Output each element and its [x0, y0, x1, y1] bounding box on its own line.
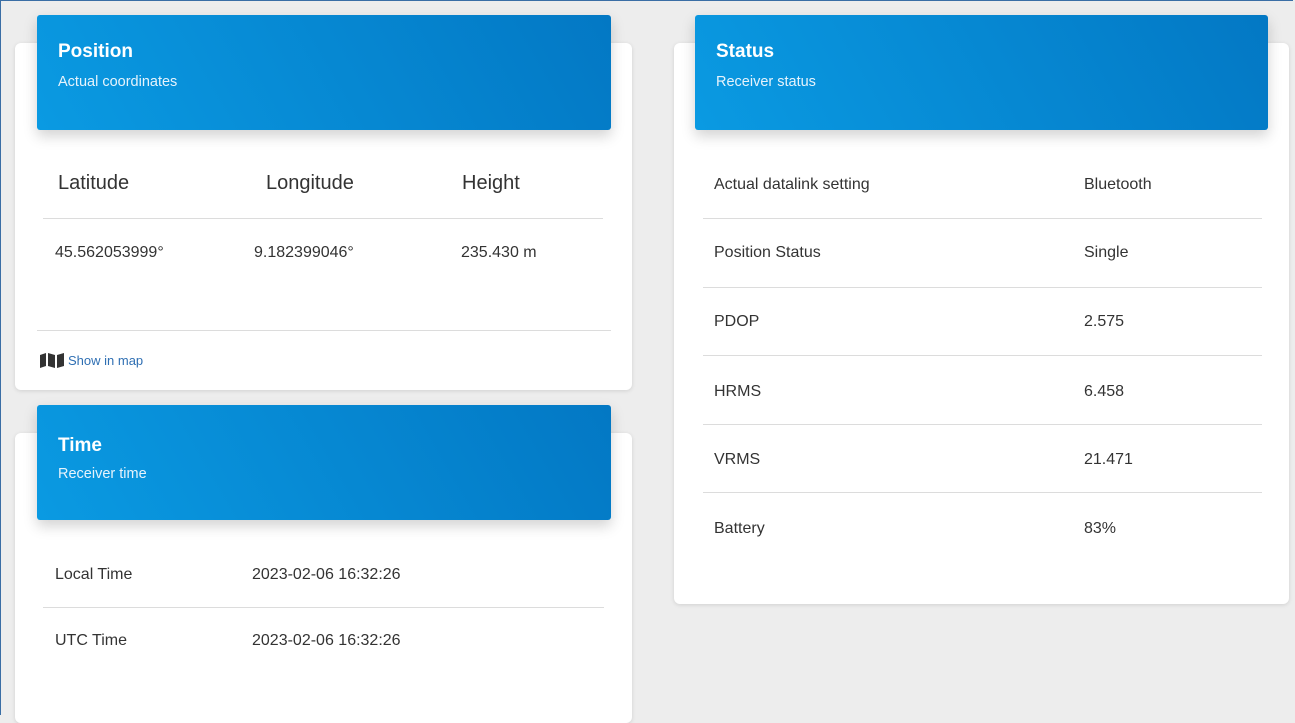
utc-time-value: 2023-02-06 16:32:26	[252, 632, 401, 649]
position-header-divider	[43, 218, 603, 219]
latitude-header: Latitude	[58, 172, 130, 194]
show-in-map-label: Show in map	[68, 352, 144, 368]
height-value: 235.430 m	[461, 244, 537, 261]
position-card-header: Position Actual coordinates	[37, 15, 611, 130]
time-subtitle: Receiver time	[58, 466, 147, 482]
position-status-label: Position Status	[714, 244, 821, 261]
hrms-label: HRMS	[714, 383, 762, 400]
local-time-label: Local Time	[55, 566, 133, 583]
battery-value: 83%	[1084, 520, 1117, 537]
height-header: Height	[462, 172, 520, 194]
status-divider-4	[703, 424, 1262, 425]
datalink-label: Actual datalink setting	[714, 176, 870, 193]
status-title: Status	[716, 41, 775, 62]
local-time-value: 2023-02-06 16:32:26	[252, 566, 401, 583]
show-in-map-link[interactable]: Show in map	[39, 352, 143, 368]
position-subtitle: Actual coordinates	[58, 74, 178, 90]
position-footer-divider	[37, 330, 611, 331]
status-card-header: Status Receiver status	[695, 15, 1268, 130]
pdop-value: 2.575	[1084, 313, 1125, 330]
latitude-value: 45.562053999°	[55, 244, 164, 261]
utc-time-label: UTC Time	[55, 632, 127, 649]
vrms-label: VRMS	[714, 451, 761, 468]
status-divider-1	[703, 218, 1262, 219]
time-row-divider	[43, 607, 604, 608]
time-title: Time	[58, 435, 103, 456]
status-divider-3	[703, 355, 1262, 356]
status-divider-2	[703, 287, 1262, 288]
status-divider-5	[703, 492, 1262, 493]
longitude-value: 9.182399046°	[254, 244, 354, 261]
battery-label: Battery	[714, 520, 765, 537]
position-title: Position	[58, 41, 133, 62]
position-status-value: Single	[1084, 244, 1129, 261]
time-card-header: Time Receiver time	[37, 405, 611, 520]
hrms-value: 6.458	[1084, 383, 1125, 400]
vrms-value: 21.471	[1084, 451, 1133, 468]
longitude-header: Longitude	[266, 172, 354, 194]
map-icon	[40, 353, 64, 368]
status-subtitle: Receiver status	[716, 74, 816, 90]
pdop-label: PDOP	[714, 313, 760, 330]
datalink-value: Bluetooth	[1084, 176, 1152, 193]
